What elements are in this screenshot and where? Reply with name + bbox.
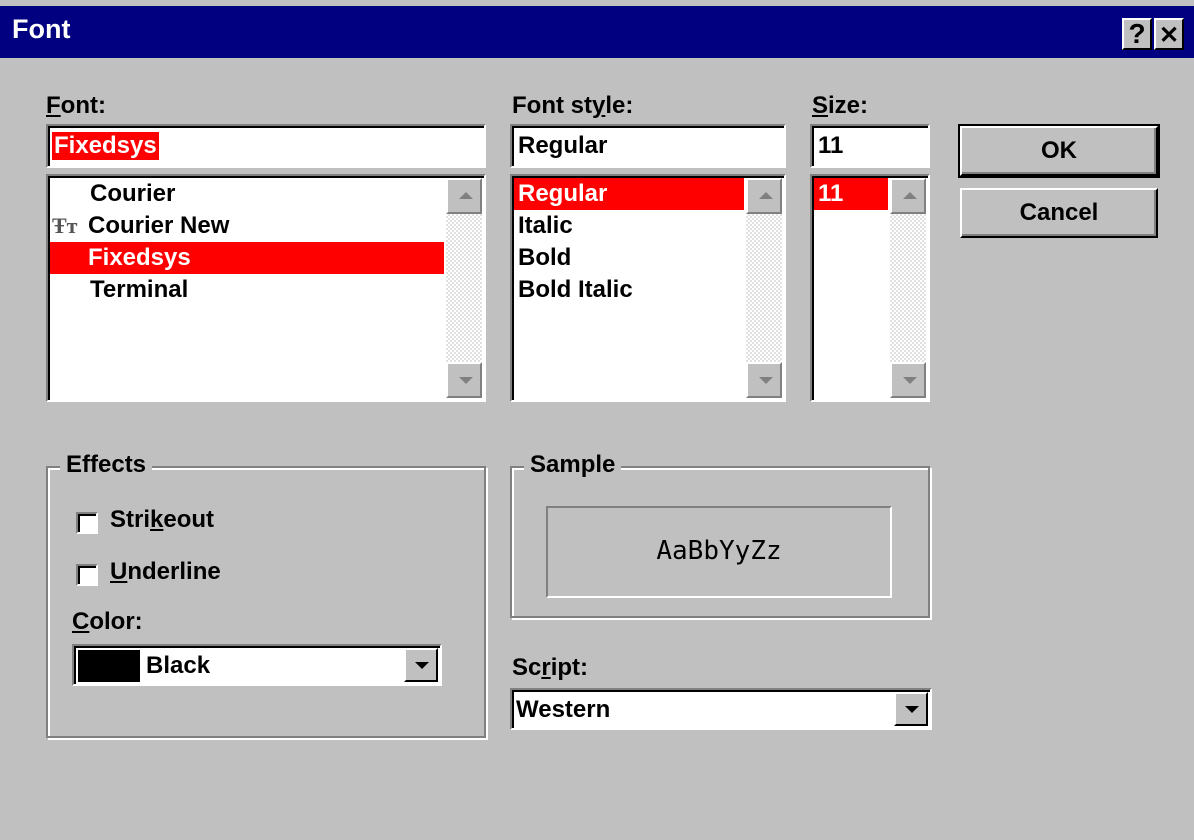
color-select[interactable]: Black bbox=[72, 644, 442, 686]
font-style-item-selected[interactable]: Regular bbox=[514, 178, 744, 210]
font-list-item[interactable]: Terminal bbox=[90, 274, 188, 306]
sample-preview: AaBbYyZz bbox=[546, 506, 892, 598]
font-style-item[interactable]: Bold bbox=[518, 242, 571, 274]
up-arrow-icon bbox=[759, 192, 773, 199]
font-style-scrollbar[interactable] bbox=[746, 178, 782, 398]
scroll-down-button[interactable] bbox=[890, 362, 926, 398]
size-list[interactable]: 11 bbox=[810, 174, 930, 402]
sample-group-title: Sample bbox=[524, 451, 622, 479]
font-dialog: Font ? ✕ Font: Fixedsys Courier Ŧт Courie… bbox=[0, 0, 1194, 840]
chevron-down-icon bbox=[415, 662, 429, 669]
underline-label[interactable]: Underline bbox=[110, 558, 221, 586]
font-list-item-selected[interactable]: Fixedsys bbox=[50, 242, 444, 274]
font-style-list[interactable]: Regular Italic Bold Bold Italic bbox=[510, 174, 786, 402]
help-button[interactable]: ? bbox=[1122, 18, 1152, 50]
up-arrow-icon bbox=[459, 192, 473, 199]
font-style-value: Regular bbox=[518, 132, 608, 159]
script-label: Script: bbox=[512, 654, 589, 681]
font-label: Font: bbox=[46, 92, 106, 119]
help-icon: ? bbox=[1128, 18, 1146, 49]
chevron-down-icon bbox=[905, 706, 919, 713]
title-bar[interactable]: Font ? ✕ bbox=[0, 6, 1194, 58]
size-item-selected[interactable]: 11 bbox=[814, 178, 888, 210]
font-list-item[interactable]: Ŧт Courier New bbox=[52, 210, 229, 242]
close-icon: ✕ bbox=[1158, 22, 1180, 49]
size-value: 11 bbox=[818, 132, 844, 159]
color-value: Black bbox=[146, 652, 211, 679]
scroll-down-button[interactable] bbox=[446, 362, 482, 398]
color-swatch bbox=[78, 650, 140, 682]
font-list-scrollbar[interactable] bbox=[446, 178, 482, 398]
down-arrow-icon bbox=[903, 377, 917, 384]
size-scrollbar[interactable] bbox=[890, 178, 926, 398]
font-list[interactable]: Courier Ŧт Courier New Fixedsys Terminal bbox=[46, 174, 486, 402]
color-dropdown-button[interactable] bbox=[404, 648, 438, 682]
cancel-button[interactable]: Cancel bbox=[960, 188, 1158, 238]
scroll-down-button[interactable] bbox=[746, 362, 782, 398]
up-arrow-icon bbox=[903, 192, 917, 199]
script-dropdown-button[interactable] bbox=[894, 692, 928, 726]
script-value: Western bbox=[516, 696, 611, 723]
size-label: Size: bbox=[812, 92, 869, 119]
window-title: Font bbox=[12, 14, 71, 44]
color-label: Color: bbox=[72, 608, 143, 635]
font-name-value: Fixedsys bbox=[52, 132, 159, 160]
size-input[interactable]: 11 bbox=[810, 124, 930, 168]
truetype-icon: Ŧт bbox=[52, 213, 78, 238]
font-style-item[interactable]: Italic bbox=[518, 210, 573, 242]
scroll-up-button[interactable] bbox=[746, 178, 782, 214]
ok-button[interactable]: OK bbox=[958, 124, 1160, 178]
font-name-input[interactable]: Fixedsys bbox=[46, 124, 486, 168]
down-arrow-icon bbox=[459, 377, 473, 384]
font-style-item[interactable]: Bold Italic bbox=[518, 274, 633, 306]
sample-text: AaBbYyZz bbox=[656, 536, 782, 566]
font-list-item[interactable]: Courier bbox=[90, 178, 175, 210]
scroll-up-button[interactable] bbox=[446, 178, 482, 214]
font-style-label: Font style: bbox=[512, 92, 634, 119]
close-button[interactable]: ✕ bbox=[1154, 18, 1184, 50]
down-arrow-icon bbox=[759, 377, 773, 384]
effects-group-title: Effects bbox=[60, 451, 153, 479]
sample-group: Sample AaBbYyZz bbox=[510, 451, 930, 618]
strikeout-label[interactable]: Strikeout bbox=[110, 506, 214, 534]
strikeout-checkbox[interactable] bbox=[76, 512, 98, 534]
scroll-up-button[interactable] bbox=[890, 178, 926, 214]
effects-group: Effects Strikeout Underline Color: Black bbox=[46, 451, 486, 738]
script-select[interactable]: Western bbox=[510, 688, 932, 730]
font-style-input[interactable]: Regular bbox=[510, 124, 786, 168]
underline-checkbox[interactable] bbox=[76, 564, 98, 586]
